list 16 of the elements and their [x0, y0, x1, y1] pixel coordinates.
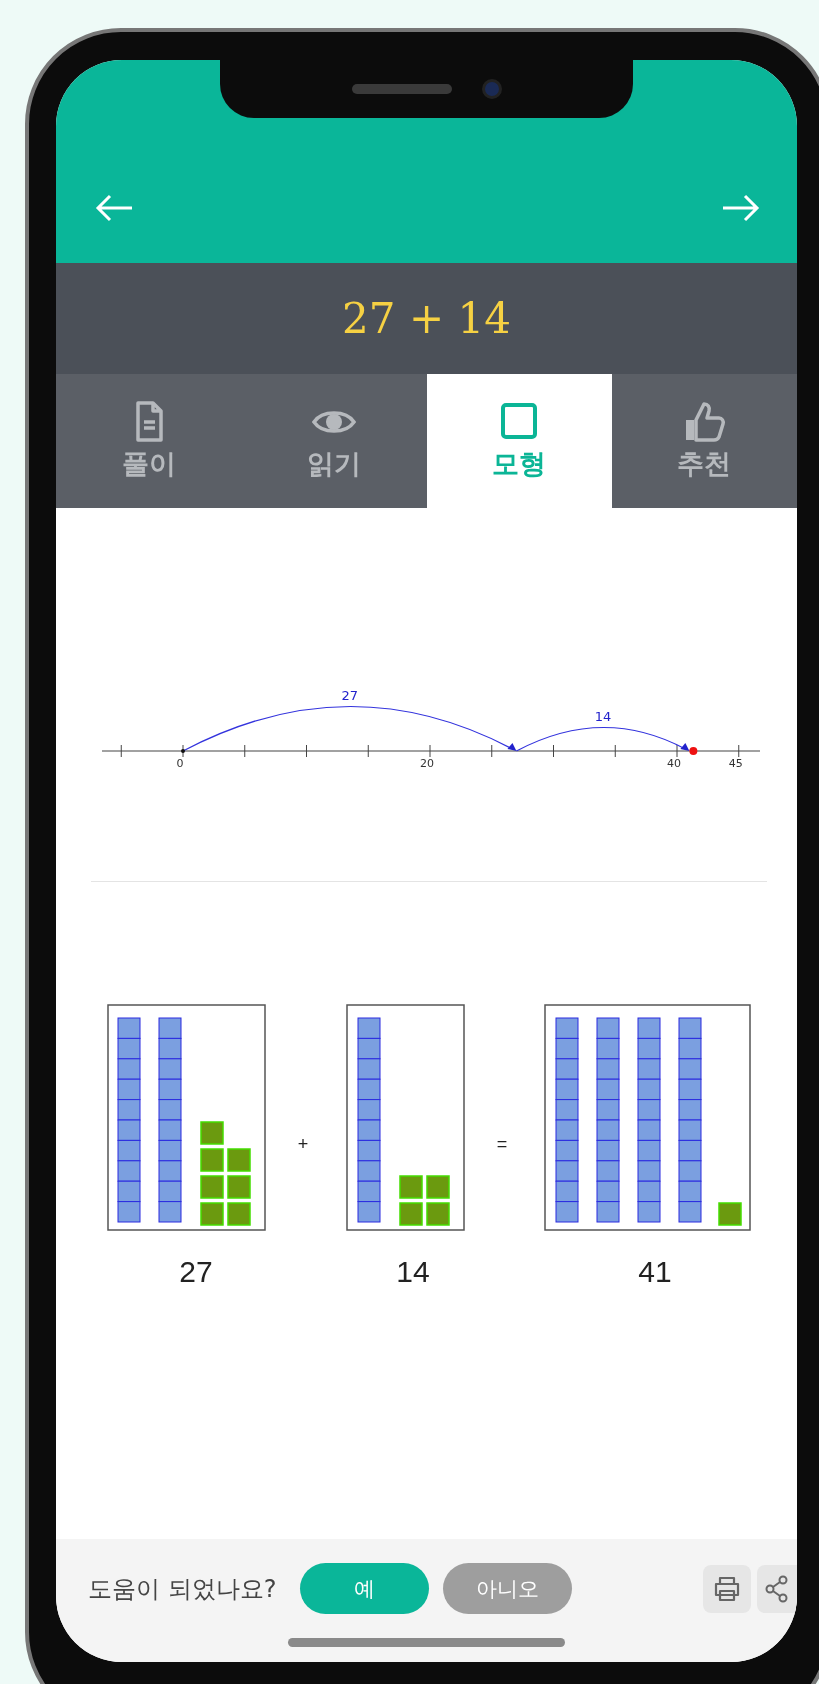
tick-label: 40 [667, 757, 681, 770]
operator-sign: + [297, 1134, 309, 1154]
feedback-question: 도움이 되었나요? [88, 1573, 277, 1605]
problem-expression: 27 + 14 [342, 294, 511, 343]
jump-label: 27 [341, 688, 358, 703]
tab[interactable]: 모형 [426, 374, 612, 508]
tick-label: 45 [728, 757, 743, 770]
block-value-label: 14 [396, 1255, 430, 1288]
yes-button[interactable]: 예 [300, 1563, 430, 1614]
tick-label: 0 [176, 757, 184, 770]
operator-sign: = [496, 1134, 508, 1154]
jump-label: 14 [594, 709, 612, 724]
tick-label: 20 [420, 757, 434, 770]
block-value-label: 41 [638, 1255, 672, 1288]
block-value-label: 27 [179, 1255, 213, 1288]
no-button[interactable]: 아니오 [443, 1563, 573, 1614]
